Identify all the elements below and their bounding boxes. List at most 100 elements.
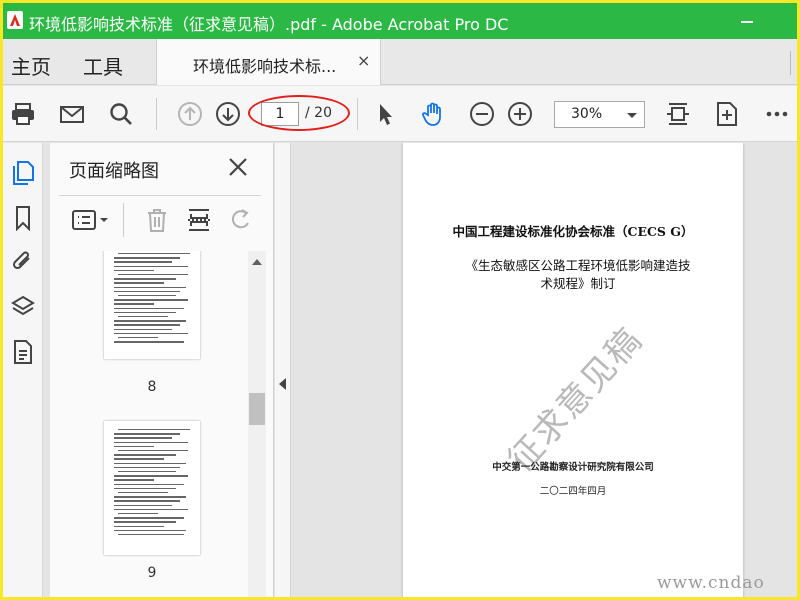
thumbnail-text-line — [114, 441, 188, 443]
thumbnail-text-line — [114, 324, 180, 326]
thumbnail-text-line — [118, 316, 168, 318]
zoom-value: 30% — [571, 106, 603, 122]
thumbnail-text-line — [114, 282, 164, 284]
close-icon[interactable] — [226, 155, 250, 179]
bookmark-icon[interactable] — [10, 204, 36, 232]
doc-organization: 中交第一公路勘察设计研究院有限公司 — [492, 462, 654, 473]
print-icon[interactable] — [9, 100, 37, 128]
page-thumbnail[interactable] — [104, 421, 200, 555]
more-options-icon[interactable] — [763, 100, 791, 128]
left-rail — [3, 143, 43, 597]
delete-icon[interactable] — [142, 205, 172, 235]
thumbnail-text-line — [118, 274, 188, 276]
thumbnail-text-line — [114, 458, 164, 460]
minimize-icon[interactable] — [741, 21, 753, 23]
options-menu-icon[interactable] — [70, 205, 112, 235]
full-screen-icon[interactable] — [713, 100, 741, 128]
next-page-icon[interactable] — [214, 100, 242, 128]
thumbnail-text-line — [114, 320, 186, 322]
scroll-up-icon[interactable] — [252, 259, 262, 265]
document-content-icon[interactable] — [10, 338, 36, 366]
doc-header: 中国工程建设标准化协会标准（CECS G） — [452, 224, 694, 239]
thumbnail-text-line — [114, 504, 172, 506]
thumbnail-scrollbar[interactable] — [248, 251, 266, 597]
doc-subtitle-line2: 术规程》制订 — [540, 276, 616, 291]
thumbnail-text-line — [118, 492, 168, 494]
thumbnail-text-line — [114, 269, 154, 272]
thumbnail-text-line — [114, 286, 186, 288]
email-icon[interactable] — [58, 100, 86, 128]
thumbnail-text-line — [118, 337, 158, 339]
toolbar: 1 / 20 30% — [3, 86, 797, 142]
thumbnail-text-line — [114, 496, 186, 498]
thumbnail-text-line — [114, 328, 172, 330]
thumbnail-text-line — [118, 471, 176, 473]
doc-date: 二〇二四年四月 — [539, 486, 607, 497]
thumbnail-text-line — [114, 265, 188, 267]
thumbnail-text-line — [114, 454, 176, 456]
thumbnail-text-line — [118, 253, 190, 255]
tab-document[interactable]: 环境低影响技术标... × — [156, 39, 381, 85]
tab-tools[interactable]: 工具 — [83, 51, 123, 80]
thumbnail-text-line — [114, 299, 188, 301]
thumbnail-text-line — [114, 261, 172, 263]
site-watermark: www.cndao — [657, 573, 765, 593]
layers-icon[interactable] — [10, 293, 36, 321]
select-cursor-icon[interactable] — [371, 100, 399, 128]
thumbnail-text-line — [114, 437, 172, 439]
thumbnail-text-line — [118, 429, 190, 431]
thumbnail-text-line — [114, 303, 154, 305]
scrollbar-thumb[interactable] — [249, 393, 265, 425]
thumbnail-text-line — [114, 278, 176, 280]
thumbnail-panel: 页面缩略图 8 9 — [50, 143, 274, 597]
collapse-arrow-icon — [279, 378, 286, 390]
draft-stamp: 征求意见稿 — [500, 319, 651, 481]
doc-subtitle-line1: 《生态敏感区公路工程环境低影响建造技 — [465, 258, 691, 273]
previous-page-icon[interactable] — [176, 100, 204, 128]
tabbar-divider — [790, 51, 791, 75]
thumbnail-text-line — [114, 445, 154, 448]
toolbar-divider — [357, 98, 358, 130]
thumbnail-text-line — [114, 341, 184, 343]
search-icon[interactable] — [107, 100, 135, 128]
fit-page-icon[interactable] — [664, 100, 692, 128]
acrobat-logo-icon — [7, 11, 23, 29]
window-frame: 环境低影响技术标准（征求意见稿）.pdf - Adobe Acrobat Pro… — [0, 0, 800, 600]
thumbnail-list: 8 9 — [50, 251, 249, 597]
tab-bar: 主页 工具 环境低影响技术标... × — [3, 39, 797, 85]
thumbnail-text-line — [114, 433, 180, 435]
window-title: 环境低影响技术标准（征求意见稿）.pdf - Adobe Acrobat Pro… — [29, 15, 509, 34]
page-thumbnail[interactable] — [104, 251, 200, 359]
panel-collapse-handle[interactable] — [275, 143, 291, 597]
attachment-icon[interactable] — [10, 247, 36, 275]
page-thumbnails-icon[interactable] — [10, 159, 36, 187]
thumbnail-text-line — [114, 462, 186, 464]
thumbnail-text-line — [118, 513, 158, 515]
thumbnail-text-line — [114, 508, 188, 511]
thumbnail-page-number: 8 — [147, 379, 157, 395]
thumbnail-text-line — [114, 311, 176, 314]
panel-divider — [59, 195, 261, 196]
document-page: 中国工程建设标准化协会标准（CECS G） 《生态敏感区公路工程环境低影响建造技… — [403, 143, 743, 597]
thumbnail-text-line — [114, 487, 176, 490]
thumbnail-text-line — [114, 525, 164, 527]
thumbnail-text-line — [114, 483, 184, 485]
zoom-in-icon[interactable] — [506, 100, 534, 128]
hand-tool-icon[interactable] — [419, 100, 447, 128]
highlight-oval — [248, 95, 350, 131]
tab-home[interactable]: 主页 — [11, 51, 51, 80]
zoom-select[interactable]: 30% — [554, 101, 645, 128]
tab-close-icon[interactable]: × — [357, 51, 370, 70]
document-view[interactable]: 中国工程建设标准化协会标准（CECS G） 《生态敏感区公路工程环境低影响建造技… — [292, 143, 797, 597]
thumbnail-text-line — [114, 479, 154, 481]
thumbnail-text-line — [114, 290, 180, 293]
tab-document-label: 环境低影响技术标... — [193, 57, 337, 76]
thumbnail-text-line — [118, 534, 184, 536]
insert-page-icon[interactable] — [184, 205, 214, 235]
thumbnail-page-number: 9 — [147, 565, 157, 581]
thumbnail-text-line — [114, 257, 180, 259]
rotate-icon[interactable] — [226, 205, 256, 235]
thumbnail-text-line — [114, 307, 184, 309]
zoom-out-icon[interactable] — [468, 100, 496, 128]
doc-subtitle: 《生态敏感区公路工程环境低影响建造技 术规程》制订 — [463, 257, 693, 293]
